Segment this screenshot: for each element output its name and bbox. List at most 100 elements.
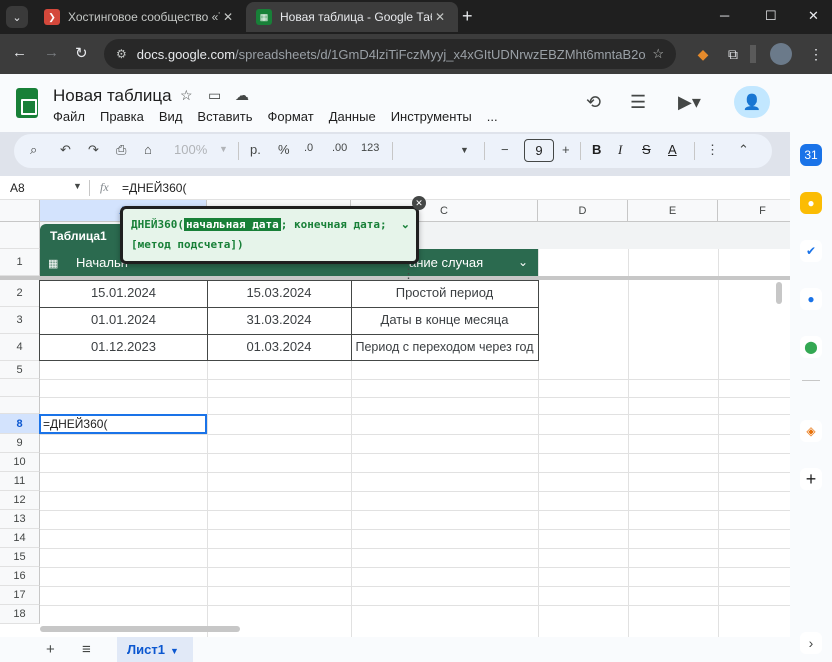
tab-search-icon[interactable]: ⌄ [6, 6, 28, 28]
url-input[interactable]: ⚙ docs.google.com /spreadsheets/d/1GmD4l… [104, 39, 676, 69]
paint-format-icon[interactable]: ⌂ [144, 142, 152, 157]
column-header-f[interactable]: F [718, 200, 790, 222]
browser-tab-hosting[interactable]: ❯ Хостинговое сообщество «Tim ✕ [34, 2, 246, 32]
minimize-icon[interactable]: ─ [720, 8, 729, 23]
row-header-13[interactable]: 13 [0, 510, 40, 529]
bookmark-star-icon[interactable]: ☆ [652, 46, 664, 62]
active-cell-editor[interactable]: =ДНЕЙ360( [39, 414, 207, 434]
italic-icon[interactable]: I [618, 142, 622, 158]
collapse-toolbar-icon[interactable]: ⌃ [738, 142, 749, 158]
text-color-button[interactable]: A [668, 142, 677, 157]
search-icon[interactable]: ⌕ [30, 142, 37, 158]
comments-icon[interactable]: ☰ [630, 92, 646, 113]
undo-icon[interactable]: ↶ [60, 142, 71, 158]
tasks-icon[interactable]: ✔ [800, 240, 822, 262]
name-box-caret-icon[interactable]: ▼ [73, 181, 82, 191]
back-arrow-icon[interactable]: ← [12, 44, 27, 61]
site-info-icon[interactable]: ⚙ [116, 47, 127, 61]
row-header-16[interactable]: 16 [0, 567, 40, 586]
row-header-14[interactable]: 14 [0, 529, 40, 548]
table-cell[interactable]: 31.03.2024 [207, 307, 351, 333]
row-header-4[interactable]: 4 [0, 334, 40, 361]
row-header-8[interactable]: 8 [0, 414, 40, 434]
chrome-menu-icon[interactable]: ⋮ [805, 43, 827, 65]
move-folder-icon[interactable]: ▭ [208, 87, 221, 104]
table-cell[interactable]: 01.01.2024 [40, 307, 207, 333]
menu-more[interactable]: ... [487, 109, 498, 124]
document-title[interactable]: Новая таблица [53, 86, 172, 106]
strikethrough-icon[interactable]: S [642, 142, 651, 157]
version-history-icon[interactable]: ⟲ [586, 92, 601, 113]
browser-tab-sheets[interactable]: ▦ Новая таблица - Google Табл ✕ [246, 2, 458, 32]
name-box[interactable]: A8 [10, 181, 25, 195]
close-window-icon[interactable]: ✕ [808, 8, 819, 24]
font-size-input[interactable]: 9 [524, 139, 554, 162]
expand-hint-chevron-icon[interactable]: ⌄ [401, 215, 410, 235]
menu-insert[interactable]: Вставить [197, 109, 252, 124]
calendar-icon[interactable]: 31 [800, 144, 822, 166]
row-header-17[interactable]: 17 [0, 586, 40, 605]
row-header-5[interactable]: 5 [0, 361, 40, 379]
percent-format-button[interactable]: % [278, 142, 290, 157]
redo-icon[interactable]: ↷ [88, 142, 99, 158]
row-header-6[interactable] [0, 379, 40, 397]
add-sheet-plus-icon[interactable]: + [46, 641, 55, 658]
profile-avatar[interactable] [770, 43, 792, 65]
new-tab-plus-icon[interactable]: + [462, 7, 473, 25]
decrease-decimal-button[interactable]: .0 [304, 142, 313, 154]
vertical-scrollbar[interactable] [776, 282, 782, 304]
number-format-button[interactable]: 123 [361, 142, 379, 154]
row-header-9[interactable]: 9 [0, 434, 40, 453]
zoom-select[interactable]: 100% [174, 142, 207, 157]
menu-tools[interactable]: Инструменты [391, 109, 472, 124]
row-header-3[interactable]: 3 [0, 307, 40, 334]
maps-icon[interactable]: ⬤ [800, 336, 822, 358]
share-button[interactable]: 👤 [734, 86, 770, 118]
sheets-logo-icon[interactable] [16, 88, 38, 118]
tab-close-icon[interactable]: ✕ [220, 10, 236, 24]
table-cell[interactable]: Простой период [351, 280, 538, 306]
row-header-15[interactable]: 15 [0, 548, 40, 567]
sheet-tab-caret-icon[interactable]: ▼ [170, 646, 179, 656]
table-cell[interactable]: Период с переходом через год [351, 334, 538, 360]
currency-format-button[interactable]: р. [250, 142, 261, 157]
sheet-tab-list1[interactable]: Лист1 ▼ [117, 637, 193, 662]
get-addons-plus-icon[interactable]: + [800, 468, 822, 490]
row-header-7[interactable] [0, 397, 40, 414]
extensions-puzzle-icon[interactable]: ⧉ [722, 43, 744, 65]
menu-edit[interactable]: Правка [100, 109, 144, 124]
meet-camera-icon[interactable]: ▶▾ [678, 92, 701, 113]
row-header-2[interactable]: 2 [0, 280, 40, 307]
column-header-e[interactable]: E [628, 200, 718, 222]
bold-button[interactable]: B [592, 142, 601, 157]
table-cell[interactable]: 01.03.2024 [207, 334, 351, 360]
close-hint-icon[interactable]: ✕ [412, 196, 426, 210]
table-name-chip[interactable]: Таблица1 [40, 224, 130, 249]
row-header-11[interactable]: 11 [0, 472, 40, 491]
reload-icon[interactable]: ↻ [75, 44, 88, 62]
select-all-corner[interactable] [0, 200, 40, 222]
row-header-1[interactable]: 1 [0, 249, 40, 276]
show-side-panel-chevron-icon[interactable]: › [800, 632, 822, 654]
table-cell[interactable]: Даты в конце месяца [351, 307, 538, 333]
font-caret-icon[interactable]: ▼ [460, 145, 469, 155]
hint-more-icon[interactable]: ⋮ [402, 266, 415, 282]
tab-close-icon[interactable]: ✕ [432, 10, 448, 24]
forward-arrow-icon[interactable]: → [44, 44, 59, 61]
menu-file[interactable]: Файл [53, 109, 85, 124]
font-size-decrease-icon[interactable]: − [501, 142, 509, 157]
horizontal-scrollbar[interactable] [40, 626, 240, 632]
chevron-down-icon[interactable]: ⌄ [518, 249, 528, 276]
table-cell[interactable]: 15.03.2024 [207, 280, 351, 306]
formula-input[interactable]: =ДНЕЙ360( [122, 181, 186, 195]
maximize-icon[interactable]: ☐ [765, 8, 777, 24]
row-header-18[interactable]: 18 [0, 605, 40, 624]
menu-format[interactable]: Формат [268, 109, 314, 124]
font-size-increase-icon[interactable]: + [562, 142, 570, 157]
cloud-saved-icon[interactable]: ☁ [235, 87, 249, 104]
all-sheets-menu-icon[interactable]: ≡ [82, 641, 91, 658]
metamask-extension-icon[interactable]: ◆ [692, 43, 714, 65]
addon-icon[interactable]: ◈ [800, 420, 822, 442]
column-header-d[interactable]: D [538, 200, 628, 222]
star-icon[interactable]: ☆ [180, 87, 193, 104]
